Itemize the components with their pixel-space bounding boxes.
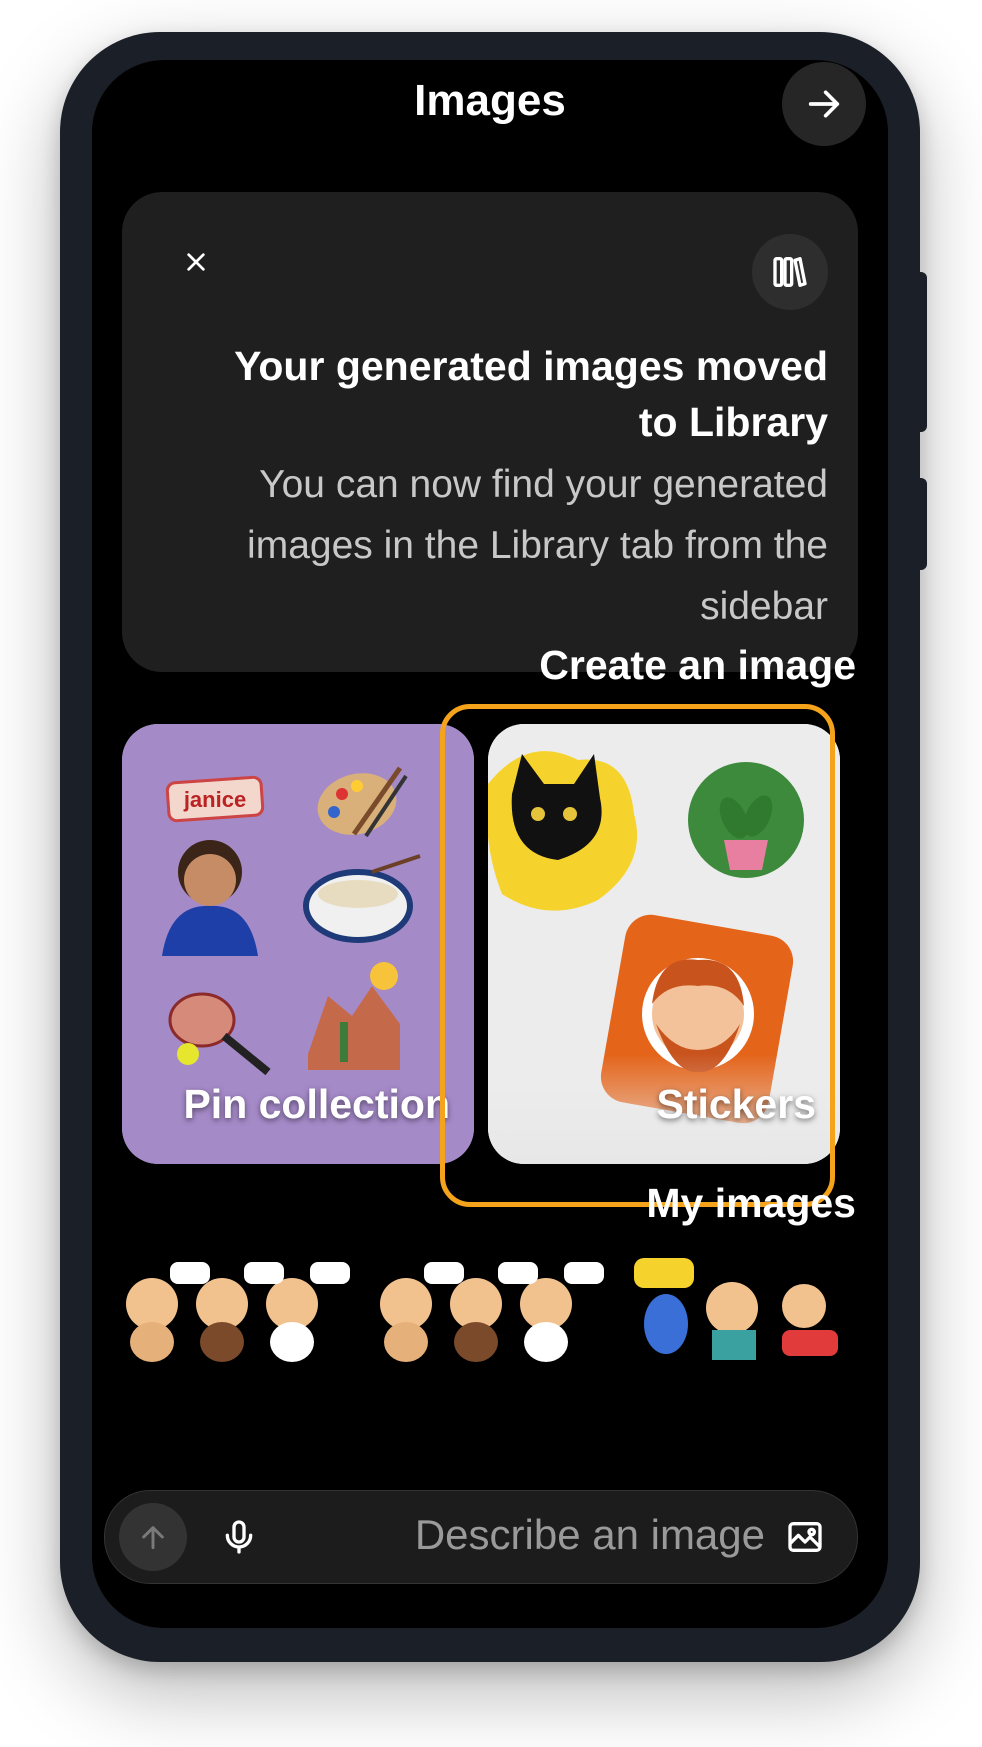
my-images-heading: My images xyxy=(646,1180,856,1226)
library-icon xyxy=(773,257,807,287)
app-screen: Images Your generated images moved to Li… xyxy=(92,60,888,1628)
image-upload-button[interactable] xyxy=(773,1505,837,1569)
arrow-up-icon xyxy=(142,1526,164,1550)
notice-body: You can now find your generated images i… xyxy=(247,463,828,628)
image-upload-icon xyxy=(788,1522,822,1552)
create-heading: Create an image xyxy=(539,642,856,688)
notice-title: Your generated images moved to Library xyxy=(234,343,828,445)
send-button[interactable] xyxy=(119,1503,187,1571)
library-button[interactable] xyxy=(752,234,828,310)
library-notice-card: Your generated images moved to Library Y… xyxy=(122,192,858,672)
tile-label-pin-collection: Pin collection xyxy=(183,1081,450,1127)
forward-button[interactable] xyxy=(782,62,866,146)
close-icon xyxy=(187,253,205,271)
stickers-selection-outline xyxy=(440,704,835,1207)
microphone-button[interactable] xyxy=(205,1503,273,1571)
composer-bar: Describe an image xyxy=(104,1490,858,1584)
pin-badge-text: janice xyxy=(183,787,246,812)
describe-image-input[interactable]: Describe an image xyxy=(415,1511,765,1559)
close-button[interactable] xyxy=(172,238,220,286)
arrow-right-icon xyxy=(808,90,840,118)
side-button xyxy=(918,272,927,432)
pin-collection-tile[interactable]: janice Pin collection xyxy=(122,724,474,1164)
side-button xyxy=(918,478,927,570)
page-title: Images xyxy=(414,76,566,125)
microphone-icon xyxy=(225,1520,253,1554)
